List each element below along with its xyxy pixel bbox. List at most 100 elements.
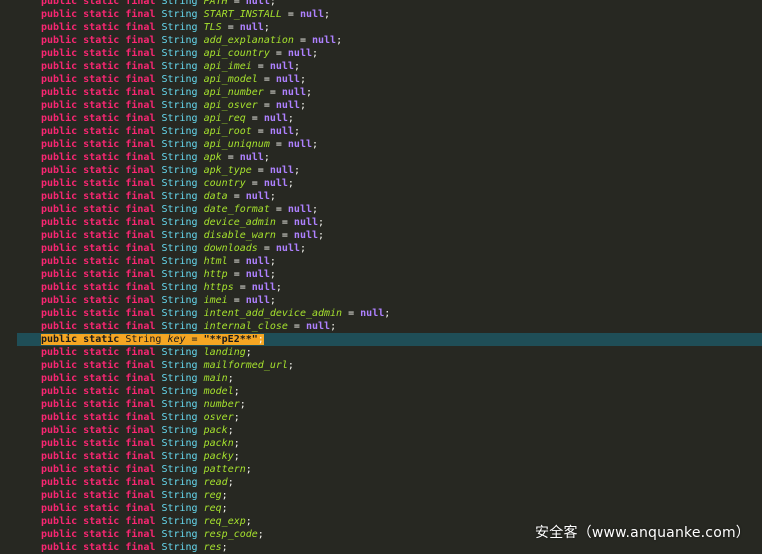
code-line[interactable]: public static final String api_number = … — [0, 86, 762, 99]
keyword-final: final — [125, 451, 156, 462]
keyword-static: static — [83, 529, 120, 540]
code-line[interactable]: public static final String reg; — [0, 489, 762, 502]
code-line[interactable]: public static final String country = nul… — [0, 177, 762, 190]
type-name: String — [161, 503, 198, 514]
keyword-static: static — [83, 126, 120, 137]
code-line[interactable]: public static final String res; — [0, 541, 762, 554]
code-line[interactable]: public static final String api_osver = n… — [0, 99, 762, 112]
keyword-public: public — [41, 100, 78, 111]
code-line[interactable]: public static final String pattern; — [0, 463, 762, 476]
assign-operator: = — [227, 269, 246, 280]
assign-operator: = — [233, 282, 252, 293]
field-name: api_uniqnum — [203, 139, 270, 150]
keyword-final: final — [125, 48, 156, 59]
code-line[interactable]: public static final String date_format =… — [0, 203, 762, 216]
code-line[interactable]: public static final String imei = null; — [0, 294, 762, 307]
keyword-static: static — [83, 412, 120, 423]
selected-text[interactable]: public static String key = "**pE2**"; — [41, 334, 264, 345]
assign-operator: = — [257, 74, 276, 85]
null-literal: null — [263, 113, 288, 124]
keyword-static: static — [83, 22, 120, 33]
keyword-static: static — [83, 61, 120, 72]
null-literal: null — [287, 204, 312, 215]
field-name: pack — [203, 425, 228, 436]
keyword-public: public — [41, 477, 78, 488]
code-line[interactable]: public static final String START_INSTALL… — [0, 8, 762, 21]
semicolon: ; — [233, 386, 240, 397]
code-line[interactable]: public static final String apk = null; — [0, 151, 762, 164]
code-line[interactable]: public static final String model; — [0, 385, 762, 398]
code-line[interactable]: public static final String api_model = n… — [0, 73, 762, 86]
null-literal: null — [299, 9, 325, 20]
null-literal: null — [245, 0, 270, 7]
type-name: String — [161, 48, 198, 59]
type-name: String — [161, 269, 198, 280]
semicolon: ; — [257, 529, 264, 540]
semicolon: ; — [245, 347, 252, 358]
keyword-final: final — [125, 139, 156, 150]
code-line[interactable]: public static final String landing; — [0, 346, 762, 359]
keyword-public: public — [41, 308, 78, 319]
keyword-static: static — [83, 9, 120, 20]
keyword-static: static — [83, 451, 120, 462]
keyword-static: static — [83, 282, 120, 293]
code-line[interactable]: public static final String PATH = null; — [0, 0, 762, 8]
code-line[interactable]: public static final String pack; — [0, 424, 762, 437]
type-name: String — [161, 308, 198, 319]
keyword-public: public — [41, 386, 78, 397]
code-line[interactable]: public static final String packy; — [0, 450, 762, 463]
assign-operator: = — [185, 334, 204, 345]
semicolon: ; — [299, 243, 306, 254]
code-line[interactable]: public static final String mailformed_ur… — [0, 359, 762, 372]
code-line[interactable]: public static final String packn; — [0, 437, 762, 450]
code-line[interactable]: public static final String https = null; — [0, 281, 762, 294]
keyword-static: static — [83, 0, 120, 7]
type-name: String — [161, 230, 198, 241]
code-line-current[interactable]: public static String key = "**pE2**"; — [17, 333, 762, 346]
code-line[interactable]: public static final String internal_clos… — [0, 320, 762, 333]
code-line[interactable]: public static final String data = null; — [0, 190, 762, 203]
keyword-final: final — [125, 321, 156, 332]
code-lines[interactable]: public static final String PATH = null; p… — [0, 0, 762, 554]
code-line[interactable]: public static final String TLS = null; — [0, 21, 762, 34]
semicolon: ; — [221, 542, 228, 553]
field-name: api_country — [203, 48, 270, 59]
code-line[interactable]: public static final String read; — [0, 476, 762, 489]
keyword-static: static — [83, 542, 120, 553]
code-line[interactable]: public static final String osver; — [0, 411, 762, 424]
code-line[interactable]: public static final String api_req = nul… — [0, 112, 762, 125]
field-name: landing — [203, 347, 246, 358]
null-literal: null — [245, 256, 270, 267]
code-line[interactable]: public static final String downloads = n… — [0, 242, 762, 255]
keyword-final: final — [125, 152, 156, 163]
code-line[interactable]: public static final String api_country =… — [0, 47, 762, 60]
field-name: key — [167, 334, 186, 345]
keyword-final: final — [125, 516, 156, 527]
keyword-static: static — [83, 269, 120, 280]
code-line[interactable]: public static final String device_admin … — [0, 216, 762, 229]
keyword-public: public — [41, 243, 78, 254]
code-line[interactable]: public static final String main; — [0, 372, 762, 385]
code-line[interactable]: public static final String http = null; — [0, 268, 762, 281]
field-name: apk_type — [203, 165, 252, 176]
field-name: api_req — [203, 113, 246, 124]
semicolon: ; — [287, 178, 294, 189]
code-line[interactable]: public static final String req; — [0, 502, 762, 515]
code-editor[interactable]: public static final String PATH = null; p… — [0, 0, 762, 554]
code-line[interactable]: public static final String add_explanati… — [0, 34, 762, 47]
code-line[interactable]: public static final String api_uniqnum =… — [0, 138, 762, 151]
code-line[interactable]: public static final String html = null; — [0, 255, 762, 268]
keyword-final: final — [125, 308, 156, 319]
semicolon: ; — [293, 165, 300, 176]
semicolon: ; — [330, 321, 337, 332]
keyword-static: static — [83, 230, 120, 241]
code-line[interactable]: public static final String disable_warn … — [0, 229, 762, 242]
semicolon: ; — [299, 74, 306, 85]
code-line[interactable]: public static final String number; — [0, 398, 762, 411]
code-line[interactable]: public static final String api_root = nu… — [0, 125, 762, 138]
code-line[interactable]: public static final String apk_type = nu… — [0, 164, 762, 177]
code-line[interactable]: public static final String api_imei = nu… — [0, 60, 762, 73]
type-name: String — [161, 217, 198, 228]
keyword-public: public — [41, 269, 78, 280]
code-line[interactable]: public static final String intent_add_de… — [0, 307, 762, 320]
